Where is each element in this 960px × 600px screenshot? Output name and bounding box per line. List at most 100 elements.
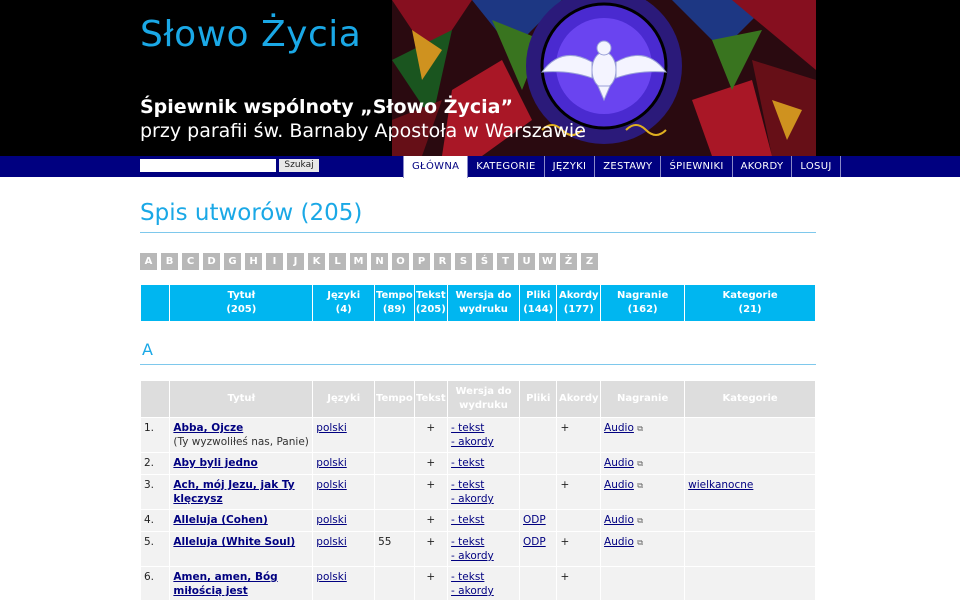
song-title-link[interactable]: Abba, Ojcze (173, 422, 243, 434)
nav-tab-kategorie[interactable]: KATEGORIE (468, 156, 545, 177)
col-header-tempo[interactable]: Tempo (375, 381, 414, 417)
language-link[interactable]: polski (316, 571, 346, 583)
letter-link-n[interactable]: N (371, 253, 388, 270)
song-title-link[interactable]: Ach, mój Jezu, jak Ty klęczysz (173, 479, 294, 505)
summary-text[interactable]: Tekst (205) (414, 285, 448, 321)
col-header-print-version[interactable]: Wersja do wydruku (448, 381, 519, 417)
letter-link-j[interactable]: J (287, 253, 304, 270)
category-link[interactable]: wielkanocne (688, 479, 753, 491)
col-header-text[interactable]: Tekst (414, 381, 448, 417)
print-text-link[interactable]: - tekst (451, 422, 484, 434)
song-title-link[interactable]: Aby byli jedno (173, 457, 257, 469)
summary-chords[interactable]: Akordy (177) (557, 285, 601, 321)
file-link[interactable]: ODP (523, 536, 546, 548)
letter-link-h[interactable]: H (245, 253, 262, 270)
nav-tab-losuj[interactable]: LOSUJ (792, 156, 841, 177)
summary-recording[interactable]: Nagranie (162) (601, 285, 685, 321)
language-link[interactable]: polski (316, 536, 346, 548)
summary-table: Tytuł (205) Języki (4) Tempo (89) Tekst (205… (140, 284, 816, 322)
letter-link-p[interactable]: P (413, 253, 430, 270)
language-link[interactable]: polski (316, 457, 346, 469)
audio-link[interactable]: Audio (604, 514, 634, 526)
files-cell (520, 453, 557, 474)
print-chords-link[interactable]: - akordy (451, 585, 494, 597)
col-header-chords[interactable]: Akordy (557, 381, 601, 417)
letter-link-m[interactable]: M (350, 253, 367, 270)
letter-link-t[interactable]: T (497, 253, 514, 270)
letter-link-w[interactable]: W (539, 253, 556, 270)
letter-link-r[interactable]: R (434, 253, 451, 270)
letter-link-g[interactable]: G (224, 253, 241, 270)
summary-print-version[interactable]: Wersja do wydruku (448, 285, 519, 321)
site-title[interactable]: Słowo Życia (140, 14, 361, 55)
print-chords-link[interactable]: - akordy (451, 436, 494, 448)
song-title-link[interactable]: Alleluja (White Soul) (173, 536, 295, 548)
recording-cell: Audio ⧉ (601, 510, 685, 531)
letter-link-c[interactable]: C (182, 253, 199, 270)
print-chords-link[interactable]: - akordy (451, 493, 494, 505)
external-link-icon: ⧉ (637, 424, 643, 433)
letter-link-d[interactable]: D (203, 253, 220, 270)
letter-link-s[interactable]: S (455, 253, 472, 270)
files-cell (520, 475, 557, 509)
language-link[interactable]: polski (316, 422, 346, 434)
category-cell (685, 510, 815, 531)
col-header-recording[interactable]: Nagranie (601, 381, 685, 417)
language-link[interactable]: polski (316, 479, 346, 491)
letter-link-z-dot[interactable]: Ż (560, 253, 577, 270)
letter-link-k[interactable]: K (308, 253, 325, 270)
summary-categories[interactable]: Kategorie (21) (685, 285, 815, 321)
print-text-link[interactable]: - tekst (451, 479, 484, 491)
letter-link-b[interactable]: B (161, 253, 178, 270)
table-row: 4. Alleluja (Cohen) polski + - tekst ODP… (141, 510, 815, 531)
col-header-label: wydruku (459, 400, 508, 411)
external-link-icon: ⧉ (637, 459, 643, 468)
col-header-languages[interactable]: Języki (313, 381, 375, 417)
audio-link[interactable]: Audio (604, 422, 634, 434)
summary-title[interactable]: Tytuł (205) (170, 285, 313, 321)
summary-count: (21) (738, 304, 762, 315)
language-link[interactable]: polski (316, 514, 346, 526)
nav-tab-jezyki[interactable]: JĘZYKI (545, 156, 596, 177)
print-text-link[interactable]: - tekst (451, 571, 484, 583)
table-row: 1. Abba, Ojcze (Ty wyzwoliłeś nas, Panie)… (141, 418, 815, 452)
search-button[interactable]: Szukaj (279, 159, 319, 172)
letter-link-a[interactable]: A (140, 253, 157, 270)
print-text-link[interactable]: - tekst (451, 536, 484, 548)
search-input[interactable] (140, 159, 276, 172)
audio-link[interactable]: Audio (604, 479, 634, 491)
summary-tempo[interactable]: Tempo (89) (375, 285, 414, 321)
letter-link-u[interactable]: U (518, 253, 535, 270)
song-title-link[interactable]: Amen, amen, Bóg miłością jest (173, 571, 277, 597)
col-header-title[interactable]: Tytuł (170, 381, 313, 417)
col-header-files[interactable]: Pliki (520, 381, 557, 417)
nav-tab-glowna[interactable]: GŁÓWNA (403, 156, 469, 178)
print-chords-link[interactable]: - akordy (451, 550, 494, 562)
letter-link-o[interactable]: O (392, 253, 409, 270)
external-link-icon: ⧉ (637, 481, 643, 490)
table-row: 3. Ach, mój Jezu, jak Ty klęczysz polski… (141, 475, 815, 509)
letter-link-i[interactable]: I (266, 253, 283, 270)
summary-files[interactable]: Pliki (144) (520, 285, 557, 321)
file-link[interactable]: ODP (523, 514, 546, 526)
table-header-row: Tytuł Języki Tempo Tekst Wersja do wydruk… (141, 381, 815, 417)
nav-tab-spiewniki[interactable]: ŚPIEWNIKI (661, 156, 733, 177)
audio-link[interactable]: Audio (604, 457, 634, 469)
recording-cell (601, 567, 685, 600)
song-alt-title: (Ty wyzwoliłeś nas, Panie) (173, 436, 309, 448)
nav-tab-akordy[interactable]: AKORDY (733, 156, 793, 177)
letter-link-s-acute[interactable]: Ś (476, 253, 493, 270)
nav-tabs: GŁÓWNA KATEGORIE JĘZYKI ZESTAWY ŚPIEWNIK… (403, 156, 841, 178)
print-text-link[interactable]: - tekst (451, 457, 484, 469)
col-header-categories[interactable]: Kategorie (685, 381, 815, 417)
song-title-link[interactable]: Alleluja (Cohen) (173, 514, 267, 526)
letter-link-z[interactable]: Z (581, 253, 598, 270)
letter-link-l[interactable]: L (329, 253, 346, 270)
nav-tab-zestawy[interactable]: ZESTAWY (595, 156, 662, 177)
summary-label: Nagranie (616, 290, 669, 301)
print-text-link[interactable]: - tekst (451, 514, 484, 526)
summary-label: Tekst (415, 290, 446, 301)
audio-link[interactable]: Audio (604, 536, 634, 548)
summary-languages[interactable]: Języki (4) (313, 285, 375, 321)
recording-cell: Audio ⧉ (601, 475, 685, 509)
